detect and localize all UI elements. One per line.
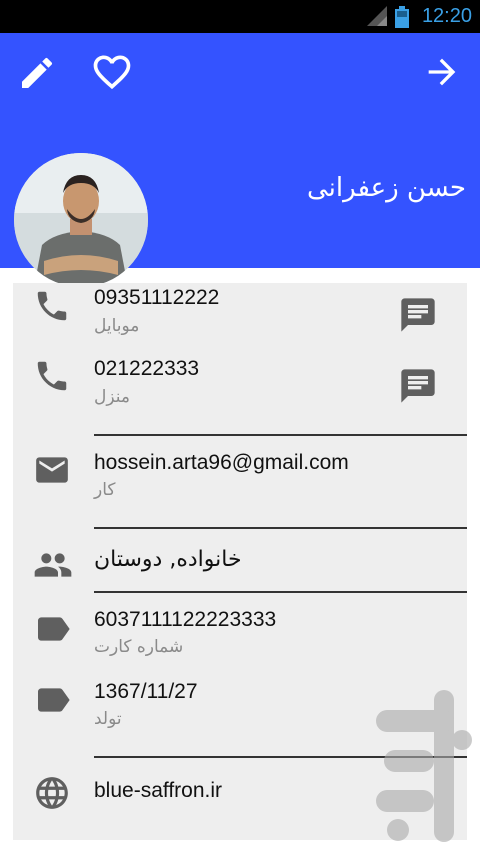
- group-icon: [34, 553, 72, 577]
- label-icon: [38, 617, 70, 641]
- card-number-label: شماره کارت: [94, 637, 184, 657]
- email-address: hossein.arta96@gmail.com: [94, 451, 349, 474]
- birthday-label: تولد: [94, 709, 122, 729]
- groups-value: خانواده, دوستان: [94, 547, 242, 572]
- divider: [94, 591, 467, 593]
- divider: [94, 527, 467, 529]
- contact-header: حسن زعفرانی: [0, 33, 480, 287]
- avatar: [14, 153, 148, 287]
- phone-number: 021222333: [94, 357, 200, 380]
- arrow-right-icon[interactable]: [422, 52, 462, 92]
- clock: 12:20: [421, 5, 472, 27]
- watermark-logo: [376, 690, 472, 842]
- message-icon[interactable]: [398, 295, 438, 335]
- globe-icon: [36, 777, 68, 809]
- status-bar: 12:20: [0, 0, 480, 33]
- divider: [94, 434, 467, 436]
- pencil-icon[interactable]: [17, 53, 57, 93]
- phone-icon: [37, 291, 67, 321]
- birthday-value: 1367/11/27: [94, 680, 198, 703]
- email-row[interactable]: hossein.arta96@gmail.com کار: [13, 443, 467, 523]
- email-type: کار: [94, 480, 116, 500]
- message-icon[interactable]: [398, 366, 438, 406]
- signal-icon: [367, 6, 387, 26]
- label-icon: [38, 688, 70, 712]
- card-number-row[interactable]: 6037111122223333 شماره کارت: [13, 601, 467, 671]
- phone-number: 09351112222: [94, 286, 220, 309]
- groups-row[interactable]: خانواده, دوستان: [13, 533, 467, 593]
- website-value: blue-saffron.ir: [94, 779, 223, 802]
- contact-name: حسن زعفرانی: [306, 173, 466, 203]
- card-number-value: 6037111122223333: [94, 608, 277, 631]
- phone-row[interactable]: 021222333 منزل: [13, 353, 467, 423]
- phone-row[interactable]: 09351112222 موبایل: [13, 283, 467, 353]
- heart-outline-icon[interactable]: [90, 50, 134, 94]
- phone-icon: [37, 361, 67, 391]
- phone-type: موبایل: [94, 316, 140, 336]
- phone-type: منزل: [94, 387, 130, 407]
- email-icon: [36, 457, 68, 483]
- battery-icon: [395, 6, 409, 28]
